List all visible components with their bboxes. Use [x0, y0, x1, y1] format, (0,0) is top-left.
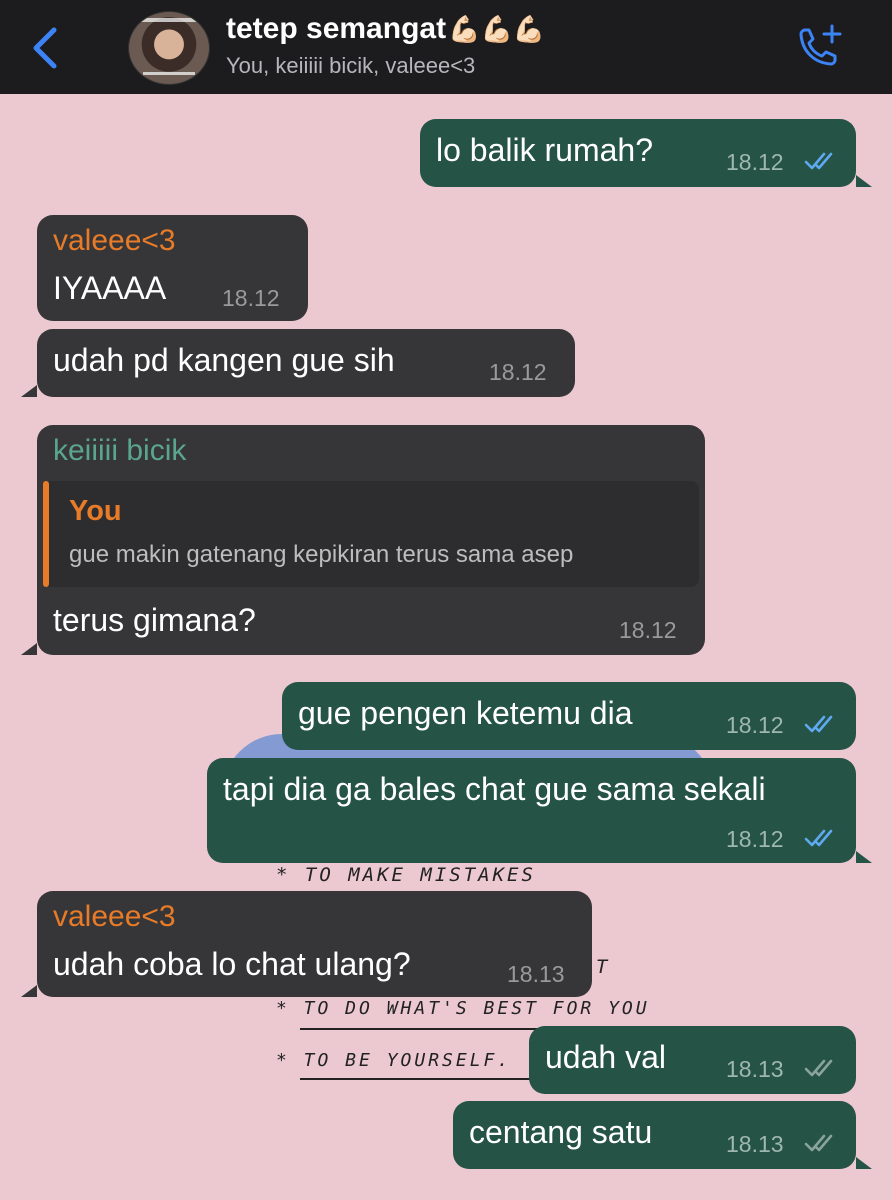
- sender-name[interactable]: valeee<3: [53, 900, 176, 934]
- wallpaper-text: * TO DO WHAT'S BEST FOR YOU: [276, 998, 650, 1019]
- sender-name[interactable]: valeee<3: [53, 224, 176, 258]
- message-text: tapi dia ga bales chat gue sama sekali: [223, 771, 766, 807]
- bubble-tail: [21, 385, 37, 397]
- group-members[interactable]: You, keiiiii bicik, valeee<3: [226, 53, 475, 79]
- message-text: centang satu: [469, 1114, 653, 1150]
- double-check-icon: [804, 1059, 833, 1077]
- chat-header: tetep semangat💪🏻💪🏻💪🏻 You, keiiiii bicik,…: [0, 0, 892, 94]
- message-bubble-outgoing[interactable]: gue pengen ketemu dia 18.12: [282, 682, 856, 750]
- message-bubble-incoming[interactable]: valeee<3 IYAAAA 18.12: [37, 215, 308, 321]
- message-time: 18.13: [726, 1056, 784, 1082]
- message-text: lo balik rumah?: [436, 132, 653, 168]
- bubble-tail: [856, 851, 872, 863]
- double-check-icon: [804, 1134, 833, 1152]
- message-time: 18.12: [726, 826, 784, 852]
- quote-accent-bar: [43, 481, 49, 587]
- message-bubble-incoming[interactable]: udah pd kangen gue sih 18.12: [37, 329, 575, 397]
- bubble-tail: [21, 643, 37, 655]
- wallpaper-text: * TO BE YOURSELF.: [276, 1050, 512, 1071]
- add-call-button[interactable]: [792, 20, 846, 74]
- quote-author: You: [69, 495, 122, 527]
- double-check-icon: [804, 715, 833, 733]
- chevron-left-icon: [33, 27, 57, 69]
- back-button[interactable]: [26, 24, 66, 72]
- group-title-text: tetep semangat: [226, 12, 447, 45]
- quoted-message[interactable]: You gue makin gatenang kepikiran terus s…: [43, 481, 699, 587]
- message-time: 18.13: [507, 961, 565, 987]
- bubble-tail: [856, 1157, 872, 1169]
- wallpaper-text: T: [596, 956, 611, 978]
- bubble-tail: [21, 985, 37, 997]
- message-bubble-outgoing[interactable]: tapi dia ga bales chat gue sama sekali 1…: [207, 758, 856, 863]
- avatar-caption-decoration: [143, 72, 195, 75]
- group-title[interactable]: tetep semangat💪🏻💪🏻💪🏻: [226, 12, 545, 46]
- message-time: 18.12: [619, 617, 677, 643]
- group-avatar[interactable]: [128, 11, 210, 85]
- message-bubble-outgoing[interactable]: lo balik rumah? 18.12: [420, 119, 856, 187]
- avatar-caption-decoration: [139, 18, 199, 22]
- wallpaper-text: * TO MAKE MISTAKES: [276, 864, 536, 886]
- add-call-icon: [799, 24, 842, 66]
- message-bubble-outgoing[interactable]: centang satu 18.13: [453, 1101, 856, 1169]
- message-text: udah pd kangen gue sih: [53, 342, 395, 378]
- quote-text: gue makin gatenang kepikiran terus sama …: [69, 541, 574, 568]
- message-bubble-outgoing[interactable]: udah val 18.13: [529, 1026, 856, 1094]
- message-text: udah val: [545, 1039, 666, 1075]
- flexed-biceps-emoji: 💪🏻💪🏻💪🏻: [448, 14, 546, 44]
- message-text: gue pengen ketemu dia: [298, 695, 633, 731]
- sender-name[interactable]: keiiiii bicik: [53, 434, 186, 468]
- message-time: 18.13: [726, 1131, 784, 1157]
- message-time: 18.12: [489, 359, 547, 385]
- message-bubble-incoming[interactable]: valeee<3 udah coba lo chat ulang? 18.13: [37, 891, 592, 997]
- message-text: udah coba lo chat ulang?: [53, 946, 411, 982]
- double-check-icon: [804, 829, 833, 847]
- wallpaper-underline: [300, 1078, 530, 1080]
- message-text: IYAAAA: [53, 270, 167, 306]
- bubble-tail: [856, 175, 872, 187]
- double-check-icon: [804, 152, 833, 170]
- message-time: 18.12: [726, 712, 784, 738]
- message-time: 18.12: [222, 285, 280, 311]
- message-text: terus gimana?: [53, 602, 256, 638]
- message-time: 18.12: [726, 149, 784, 175]
- message-bubble-incoming[interactable]: keiiiii bicik You gue makin gatenang kep…: [37, 425, 705, 655]
